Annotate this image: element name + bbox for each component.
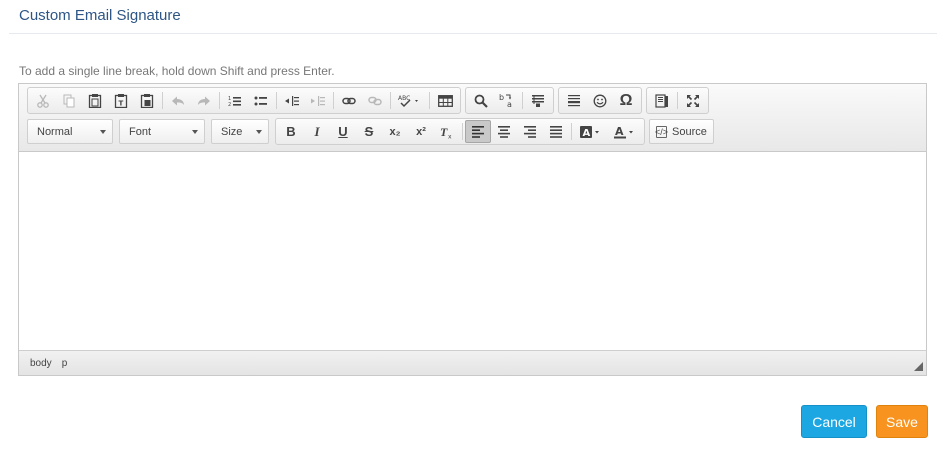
view-group	[646, 87, 709, 114]
superscript-button[interactable]: x²	[408, 120, 434, 143]
svg-text:a: a	[507, 100, 512, 108]
resize-handle-icon[interactable]	[914, 362, 923, 371]
align-right-icon[interactable]	[517, 120, 543, 143]
subscript-button[interactable]: x₂	[382, 120, 408, 143]
page-title: Custom Email Signature	[19, 7, 181, 24]
strikethrough-button[interactable]: S	[356, 120, 382, 143]
numbered-list-icon[interactable]: 12	[222, 89, 248, 112]
chevron-down-icon	[192, 129, 198, 134]
separator	[162, 92, 163, 109]
path-item-p[interactable]: p	[62, 358, 68, 369]
cancel-button[interactable]: Cancel	[801, 405, 867, 438]
table-icon[interactable]	[432, 89, 458, 112]
line-break-hint: To add a single line break, hold down Sh…	[19, 64, 335, 78]
separator	[462, 123, 463, 140]
toolbar-row-1: T 12 ABC b a Ω	[27, 87, 713, 114]
format-dropdown[interactable]: Normal	[27, 119, 113, 144]
svg-text:b: b	[499, 93, 504, 102]
unlink-icon[interactable]	[362, 89, 388, 112]
copy-icon[interactable]	[56, 89, 82, 112]
spellcheck-icon[interactable]: ABC	[393, 89, 427, 112]
undo-icon[interactable]	[165, 89, 191, 112]
select-all-icon[interactable]	[525, 89, 551, 112]
templates-icon[interactable]	[649, 89, 675, 112]
underline-button[interactable]: U	[330, 120, 356, 143]
clipboard-group: T 12 ABC	[27, 87, 461, 114]
font-dropdown[interactable]: Font	[119, 119, 205, 144]
separator	[522, 92, 523, 109]
italic-button[interactable]: I	[304, 120, 330, 143]
separator	[677, 92, 678, 109]
path-item-body[interactable]: body	[30, 358, 52, 369]
size-dropdown[interactable]: Size	[211, 119, 269, 144]
rich-text-editor: T 12 ABC b a Ω Normal Font Size B I U S …	[18, 83, 927, 376]
maximize-icon[interactable]	[680, 89, 706, 112]
replace-icon[interactable]: ba	[494, 89, 520, 112]
editor-toolbar: T 12 ABC b a Ω Normal Font Size B I U S …	[19, 84, 926, 152]
text-color-button[interactable]: A	[608, 120, 642, 143]
separator	[571, 123, 572, 140]
redo-icon[interactable]	[191, 89, 217, 112]
cut-icon[interactable]	[30, 89, 56, 112]
basic-styles-group: B I U S x₂ x² Tx A A	[275, 118, 645, 145]
justify-icon[interactable]	[543, 120, 569, 143]
remove-format-button[interactable]: Tx	[434, 120, 460, 143]
paste-word-icon[interactable]	[134, 89, 160, 112]
svg-text:2: 2	[228, 102, 231, 107]
background-color-button[interactable]: A	[574, 120, 608, 143]
paste-icon[interactable]	[82, 89, 108, 112]
element-path-bar: body p	[19, 350, 926, 375]
format-dropdown-value: Normal	[37, 125, 73, 138]
align-left-icon[interactable]	[465, 120, 491, 143]
svg-text:x: x	[448, 133, 452, 139]
separator	[333, 92, 334, 109]
decrease-indent-icon[interactable]	[279, 89, 305, 112]
increase-indent-icon[interactable]	[305, 89, 331, 112]
separator	[390, 92, 391, 109]
separator	[219, 92, 220, 109]
editor-content-area[interactable]	[19, 152, 926, 349]
insert-group: Ω	[558, 87, 642, 114]
chevron-down-icon	[256, 129, 262, 134]
source-button[interactable]: </> Source	[649, 119, 714, 144]
source-button-label: Source	[672, 125, 707, 138]
chevron-down-icon	[100, 129, 106, 134]
find-icon[interactable]	[468, 89, 494, 112]
source-icon: </>	[655, 125, 669, 138]
separator	[429, 92, 430, 109]
font-dropdown-value: Font	[129, 125, 152, 138]
svg-text:A: A	[615, 125, 624, 138]
save-button[interactable]: Save	[876, 405, 928, 438]
link-icon[interactable]	[336, 89, 362, 112]
svg-text:T: T	[440, 125, 448, 139]
paste-text-icon[interactable]: T	[108, 89, 134, 112]
smiley-icon[interactable]	[587, 89, 613, 112]
special-character-icon[interactable]: Ω	[613, 89, 639, 112]
align-center-icon[interactable]	[491, 120, 517, 143]
size-dropdown-value: Size	[221, 125, 243, 138]
svg-text:A: A	[583, 128, 591, 139]
bulleted-list-icon[interactable]	[248, 89, 274, 112]
bold-button[interactable]: B	[278, 120, 304, 143]
separator	[276, 92, 277, 109]
horizontal-rule-icon[interactable]	[561, 89, 587, 112]
find-group: ba	[465, 87, 554, 114]
svg-text:T: T	[119, 100, 124, 108]
title-divider	[9, 33, 937, 34]
toolbar-row-2: Normal Font Size B I U S x₂ x² Tx A A </…	[27, 118, 714, 145]
